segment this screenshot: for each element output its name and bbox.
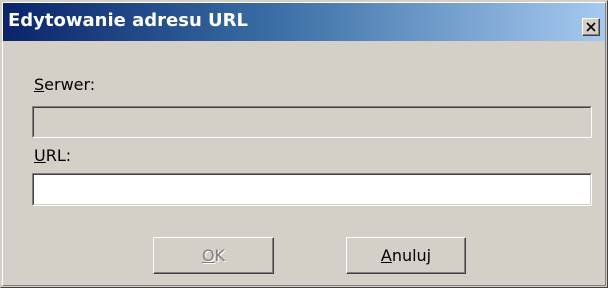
url-label-text: RL:: [45, 146, 72, 165]
url-label-accel: U: [34, 146, 46, 165]
cancel-button[interactable]: Anuluj: [346, 237, 466, 274]
ok-button-label: OK: [154, 246, 273, 266]
ok-button-text: K: [214, 245, 226, 265]
close-x-icon: [586, 22, 596, 32]
close-button[interactable]: [582, 18, 600, 36]
server-label: Serwer:: [34, 75, 95, 95]
server-field: [32, 106, 592, 138]
cancel-button-text: nuluj: [391, 245, 432, 265]
url-field[interactable]: [32, 173, 592, 206]
cancel-button-accel: A: [380, 245, 392, 265]
title-bar[interactable]: Edytowanie adresu URL: [3, 3, 605, 41]
dialog-frame: [2, 2, 606, 286]
ok-button[interactable]: OK: [153, 237, 274, 274]
url-label: URL:: [34, 146, 71, 166]
server-input: [35, 109, 589, 135]
server-label-accel: S: [34, 75, 45, 94]
server-label-text: erwer:: [44, 75, 96, 94]
cancel-button-label: Anuluj: [347, 246, 465, 266]
url-input[interactable]: [35, 176, 589, 203]
dialog-title: Edytowanie adresu URL: [8, 10, 248, 31]
ok-button-accel: O: [201, 245, 215, 265]
edit-url-dialog: Edytowanie adresu URL Serwer: URL: OK An…: [0, 0, 608, 288]
